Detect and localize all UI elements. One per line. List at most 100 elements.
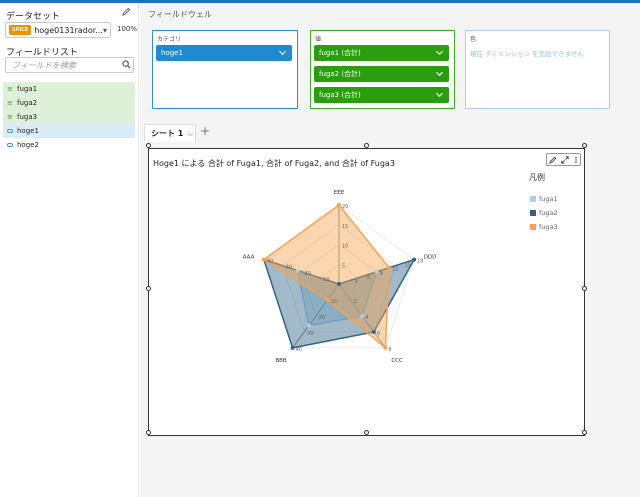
dataset-title: データセット <box>6 12 61 22</box>
tick-label: 20 <box>342 204 348 210</box>
value-well-label: 値 <box>315 36 322 43</box>
add-sheet-button[interactable]: + <box>200 124 210 138</box>
tick-label: 6 <box>367 275 370 281</box>
radar-chart: 5 10 15 20 3 6 9 12 15 18 2 4 6 8 10 20 30 40 10 20 30 40 EEE D… <box>243 190 437 364</box>
value-pill-label: fuga3 (合計) <box>319 91 361 99</box>
data-point-fuga3 <box>261 257 266 262</box>
tick-label: 15 <box>342 224 348 230</box>
field-item-label: fuga1 <box>17 85 38 93</box>
data-point-fuga1 <box>306 323 311 328</box>
tick-label: 10 <box>323 277 329 283</box>
dimension-icon <box>7 143 13 147</box>
resize-handle[interactable] <box>582 430 587 435</box>
tick-label: 20 <box>319 315 325 321</box>
fieldwell-title: フィールドウェル <box>148 10 212 19</box>
resize-handle[interactable] <box>582 143 587 148</box>
dimension-icon <box>7 129 13 133</box>
tab-label: シート 1 <box>151 129 184 138</box>
data-point-fuga2 <box>371 329 376 334</box>
tick-label: 30 <box>307 331 313 337</box>
value-well[interactable]: 値 fuga1 (合計) fuga2 (合計) fuga3 (合計) <box>310 30 455 109</box>
dataset-select[interactable]: SPICE hoge0131rador... ▾ <box>5 22 111 38</box>
field-search-input[interactable] <box>5 57 134 73</box>
data-point-fuga1 <box>374 269 379 274</box>
sheet-tabbar: シート 1 ⌵ + <box>140 122 640 142</box>
data-point-fuga3 <box>337 203 341 207</box>
field-list: ≡ fuga1 ≡ fuga2 ≡ fuga3 hoge1 hoge2 <box>3 82 135 152</box>
field-item-label: fuga3 <box>17 113 38 121</box>
spice-badge: SPICE <box>9 25 32 35</box>
category-well[interactable]: カテゴリ hoge1 <box>152 30 298 109</box>
tick-label: 15 <box>405 263 411 269</box>
tick-label: 2 <box>354 299 357 305</box>
value-pill-fuga2[interactable]: fuga2 (合計) <box>314 66 449 82</box>
field-item-label: hoge1 <box>17 127 39 135</box>
tick-label: 40 <box>267 259 273 265</box>
field-item-fuga1[interactable]: ≡ fuga1 <box>3 82 135 96</box>
tick-label: 10 <box>330 299 336 305</box>
chevron-down-icon <box>435 92 444 98</box>
chevron-down-icon[interactable]: ⌵ <box>187 129 193 139</box>
radar-visual[interactable]: Hoge1 による 合計 of Fuga1, 合計 of Fuga2, and … <box>148 148 585 436</box>
data-point-fuga2 <box>290 345 295 350</box>
data-point-fuga3 <box>383 345 388 350</box>
value-pill-label: fuga1 (合計) <box>319 49 361 57</box>
data-point-fuga1 <box>360 313 365 318</box>
data-point-fuga3 <box>325 297 330 302</box>
category-label: EEE <box>334 190 345 196</box>
category-pill-hoge1[interactable]: hoge1 <box>156 45 292 61</box>
sidebar: データセット SPICE hoge0131rador... ▾ 100% フィー… <box>0 3 139 497</box>
measure-icon: ≡ <box>7 85 13 93</box>
chevron-down-icon <box>435 50 444 56</box>
data-point-fuga1 <box>295 268 300 273</box>
chevron-down-icon: ▾ <box>102 25 107 35</box>
resize-handle[interactable] <box>146 143 151 148</box>
data-point-fuga2 <box>412 257 417 262</box>
category-pill-label: hoge1 <box>161 49 183 57</box>
resize-handle[interactable] <box>146 430 151 435</box>
tab-sheet-1[interactable]: シート 1 ⌵ <box>144 124 196 142</box>
data-point-fuga2 <box>337 282 341 286</box>
category-label: BBB <box>275 358 287 364</box>
resize-handle[interactable] <box>364 430 369 435</box>
tick-label: 12 <box>392 267 398 273</box>
category-label: AAA <box>243 254 255 260</box>
pencil-icon[interactable] <box>122 7 131 19</box>
tick-label: 18 <box>417 259 423 265</box>
chevron-down-icon <box>435 71 444 77</box>
field-item-fuga3[interactable]: ≡ fuga3 <box>3 110 135 124</box>
value-pill-label: fuga2 (合計) <box>319 70 361 78</box>
color-well[interactable]: 色 現在 ディメンション を追加できません <box>465 30 610 109</box>
resize-handle[interactable] <box>146 286 151 291</box>
tick-label: 10 <box>342 244 348 250</box>
tick-label: 30 <box>286 265 292 271</box>
tick-label: 4 <box>365 315 368 321</box>
resize-handle[interactable] <box>582 286 587 291</box>
field-item-label: fuga2 <box>17 99 38 107</box>
dataset-name: hoge0131rador... <box>34 25 103 35</box>
resize-handle[interactable] <box>364 143 369 148</box>
measure-icon: ≡ <box>7 99 13 107</box>
field-item-hoge1[interactable]: hoge1 <box>3 124 135 138</box>
field-item-fuga2[interactable]: ≡ fuga2 <box>3 96 135 110</box>
data-point-fuga3 <box>387 265 392 270</box>
tick-label: 40 <box>296 347 302 353</box>
category-well-label: カテゴリ <box>157 36 182 43</box>
value-pill-fuga3[interactable]: fuga3 (合計) <box>314 87 449 103</box>
field-item-label: hoge2 <box>17 141 39 149</box>
tick-label: 3 <box>355 279 358 285</box>
tick-label: 9 <box>380 271 383 277</box>
dataset-percent: 100% <box>117 25 138 33</box>
tick-label: 5 <box>342 263 345 269</box>
tick-label: 20 <box>304 271 310 277</box>
value-pill-fuga1[interactable]: fuga1 (合計) <box>314 45 449 61</box>
tick-label: 6 <box>377 331 380 337</box>
chevron-down-icon <box>278 50 287 56</box>
measure-icon: ≡ <box>7 113 13 121</box>
field-item-hoge2[interactable]: hoge2 <box>3 138 135 152</box>
category-label: CCC <box>391 358 403 364</box>
main-area: フィールドウェル カテゴリ hoge1 値 fuga1 (合計) fuga2 (… <box>140 3 640 497</box>
color-well-label: 色 <box>470 36 477 43</box>
tick-label: 8 <box>388 347 391 353</box>
color-well-empty-text: 現在 ディメンション を追加できません <box>470 50 584 58</box>
